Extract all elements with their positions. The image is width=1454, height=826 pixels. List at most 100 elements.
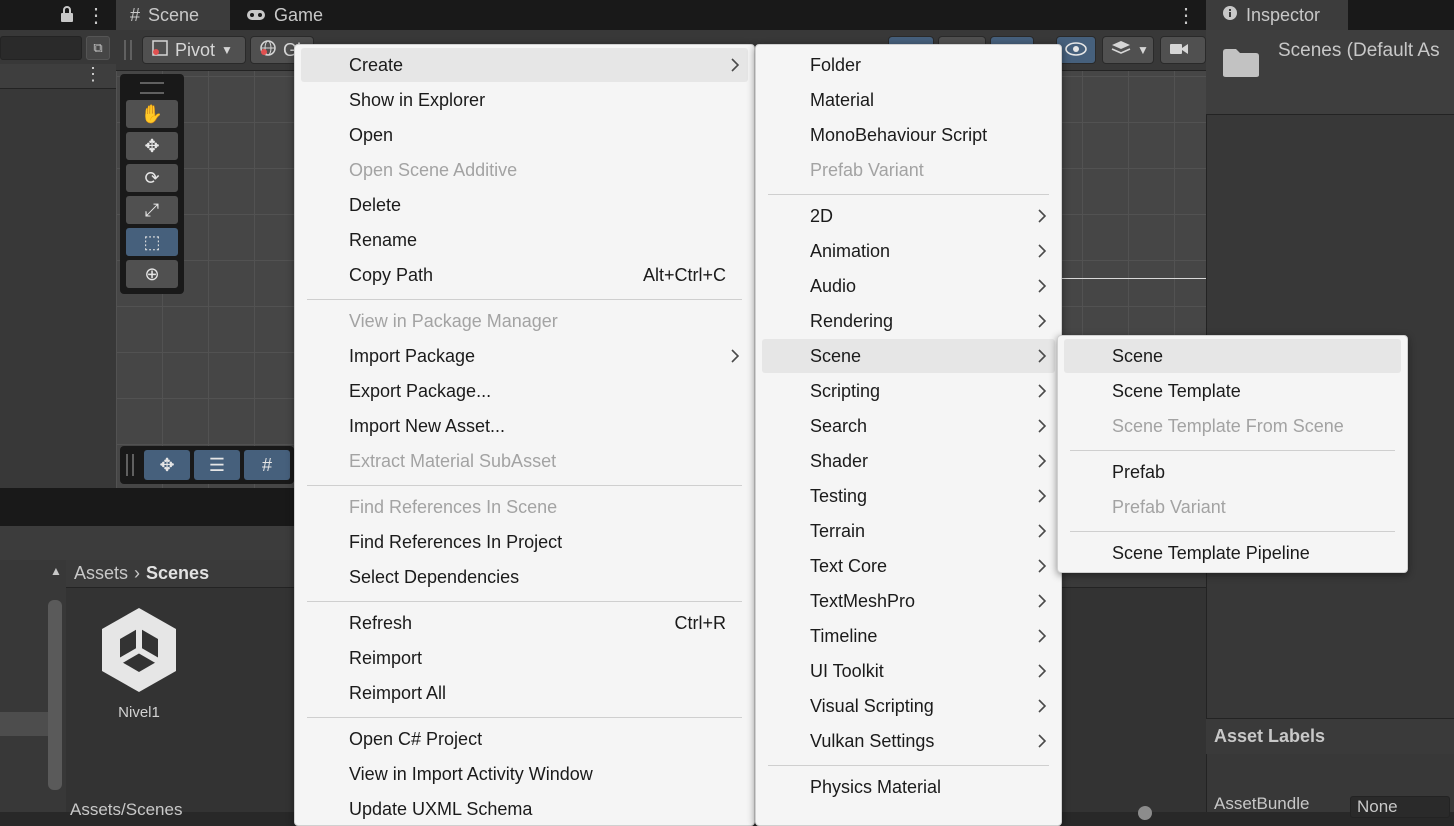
folder-tree-scrollbar[interactable] <box>48 600 62 790</box>
chevron-right-icon <box>1038 454 1047 468</box>
context-menu-item-create[interactable]: Create <box>301 48 748 82</box>
create-menu-item-2d[interactable]: 2D <box>762 199 1055 233</box>
context-menu-item-delete[interactable]: Delete <box>301 188 748 222</box>
chevron-right-icon <box>731 58 740 72</box>
context-menu-item-update-uxml-schema[interactable]: Update UXML Schema <box>301 792 748 825</box>
context-menu-item-import-new-asset[interactable]: Import New Asset... <box>301 409 748 443</box>
scroll-up-icon[interactable]: ▲ <box>50 564 62 578</box>
create-menu-item-animation[interactable]: Animation <box>762 234 1055 268</box>
project-folder-tree: ▲ <box>0 560 66 812</box>
menu-item-shortcut: Alt+Ctrl+C <box>642 264 726 285</box>
create-menu-item-timeline[interactable]: Timeline <box>762 619 1055 653</box>
grid-snap-icon[interactable]: # <box>244 450 290 480</box>
zoom-slider-handle[interactable] <box>1138 806 1152 820</box>
create-menu-item-physics-material[interactable]: Physics Material <box>762 770 1055 804</box>
create-menu-item-monobehaviour-script[interactable]: MonoBehaviour Script <box>762 118 1055 152</box>
menu-item-label: Extract Material SubAsset <box>349 450 557 471</box>
hierarchy-search-input[interactable] <box>0 36 82 60</box>
scene-menu-item-scene-template-from-scene: Scene Template From Scene <box>1064 409 1401 443</box>
scene-menu-item-scene-template[interactable]: Scene Template <box>1064 374 1401 408</box>
toolbar-grip <box>124 40 132 60</box>
chevron-right-icon <box>1038 664 1047 678</box>
scene-menu-item-scene-template-pipeline[interactable]: Scene Template Pipeline <box>1064 536 1401 570</box>
chevron-right-icon <box>1038 384 1047 398</box>
scene-menu-item-scene[interactable]: Scene <box>1064 339 1401 373</box>
context-menu-item-view-in-package-manager: View in Package Manager <box>301 304 748 338</box>
create-menu-item-visual-scripting[interactable]: Visual Scripting <box>762 689 1055 723</box>
tab-scene[interactable]: # Scene <box>116 0 230 30</box>
menu-separator <box>1070 450 1395 451</box>
context-menu-item-view-in-import-activity-window[interactable]: View in Import Activity Window <box>301 757 748 791</box>
move-snap-icon[interactable]: ✥ <box>144 450 190 480</box>
asset-labels-header[interactable]: Asset Labels <box>1206 718 1454 754</box>
create-menu-item-folder[interactable]: Folder <box>762 48 1055 82</box>
context-menu-item-show-in-explorer[interactable]: Show in Explorer <box>301 83 748 117</box>
create-menu-item-rendering[interactable]: Rendering <box>762 304 1055 338</box>
visibility-button[interactable] <box>1056 36 1096 64</box>
tab-game[interactable]: Game <box>232 0 342 30</box>
create-menu-item-audio[interactable]: Audio <box>762 269 1055 303</box>
menu-separator <box>307 717 742 718</box>
context-menu-item-export-package[interactable]: Export Package... <box>301 374 748 408</box>
create-menu-item-textmeshpro[interactable]: TextMeshPro <box>762 584 1055 618</box>
context-menu-item-reimport[interactable]: Reimport <box>301 641 748 675</box>
hand-tool-icon[interactable]: ✋ <box>126 100 178 128</box>
create-menu-item-vulkan-settings[interactable]: Vulkan Settings <box>762 724 1055 758</box>
asset-bundle-dropdown[interactable]: None <box>1350 796 1450 818</box>
create-menu-item-material[interactable]: Material <box>762 83 1055 117</box>
breadcrumb-assets[interactable]: Assets <box>74 563 128 584</box>
context-menu-item-select-dependencies[interactable]: Select Dependencies <box>301 560 748 594</box>
move-tool-icon[interactable]: ✥ <box>126 132 178 160</box>
menu-item-label: Refresh <box>349 612 413 633</box>
context-menu-item-find-references-in-project[interactable]: Find References In Project <box>301 525 748 559</box>
maximize-icon[interactable]: ⧉ <box>86 36 110 60</box>
context-menu-item-open[interactable]: Open <box>301 118 748 152</box>
create-menu-item-shader[interactable]: Shader <box>762 444 1055 478</box>
asset-item[interactable]: Nivel1 <box>96 604 186 724</box>
more-options-icon[interactable]: ⋮ <box>86 3 106 28</box>
create-menu-item-search[interactable]: Search <box>762 409 1055 443</box>
scene-menu-item-prefab[interactable]: Prefab <box>1064 455 1401 489</box>
info-icon <box>1222 5 1238 26</box>
create-menu-item-text-core[interactable]: Text Core <box>762 549 1055 583</box>
context-menu-item-extract-material-subasset: Extract Material SubAsset <box>301 444 748 478</box>
create-menu-item-ui-toolkit[interactable]: UI Toolkit <box>762 654 1055 688</box>
menu-separator <box>307 485 742 486</box>
camera-dropdown[interactable] <box>1160 36 1206 64</box>
context-menu-item-reimport-all[interactable]: Reimport All <box>301 676 748 710</box>
menu-item-label: Select Dependencies <box>349 566 520 587</box>
rect-tool-icon[interactable]: ⬚ <box>126 228 178 256</box>
tab-inspector[interactable]: Inspector <box>1206 0 1348 30</box>
menu-item-label: Folder <box>810 54 862 75</box>
scene-horizon-line <box>1060 278 1206 279</box>
context-menu-item-copy-path[interactable]: Copy Path Alt+Ctrl+C <box>301 258 748 292</box>
hierarchy-more-icon[interactable]: ⋮ <box>84 64 102 85</box>
menu-item-label: Timeline <box>810 625 878 646</box>
menu-item-label: Scene <box>1112 345 1164 366</box>
scene-more-icon[interactable]: ⋮ <box>1176 3 1196 28</box>
menu-item-label: Import Package <box>349 345 476 366</box>
context-menu-item-open-c-project[interactable]: Open C# Project <box>301 722 748 756</box>
menu-item-label: Scripting <box>810 380 881 401</box>
chevron-right-icon: › <box>134 563 141 583</box>
create-menu-item-scripting[interactable]: Scripting <box>762 374 1055 408</box>
lock-icon[interactable] <box>60 5 74 28</box>
menu-item-label: Open C# Project <box>349 728 483 749</box>
context-menu-item-import-package[interactable]: Import Package <box>301 339 748 373</box>
menu-item-label: Show in Explorer <box>349 89 486 110</box>
breadcrumb-scenes[interactable]: Scenes <box>146 563 209 584</box>
rotate-tool-icon[interactable]: ⟳ <box>126 164 178 192</box>
sliders-icon[interactable]: ☰ <box>194 450 240 480</box>
context-menu-item-refresh[interactable]: Refresh Ctrl+R <box>301 606 748 640</box>
chevron-down-icon: ▼ <box>221 43 233 57</box>
create-menu-item-scene[interactable]: Scene <box>762 339 1055 373</box>
layers-dropdown[interactable]: ▼ <box>1102 36 1154 64</box>
create-menu-item-testing[interactable]: Testing <box>762 479 1055 513</box>
transform-tool-icon[interactable]: ⊕ <box>126 260 178 288</box>
context-menu-item-rename[interactable]: Rename <box>301 223 748 257</box>
folder-tree-selected-row[interactable] <box>0 712 48 736</box>
create-menu-item-terrain[interactable]: Terrain <box>762 514 1055 548</box>
menu-item-label: Prefab <box>1112 461 1166 482</box>
pivot-dropdown[interactable]: Pivot ▼ <box>142 36 246 64</box>
scale-tool-icon[interactable]: ⤢ <box>126 196 178 224</box>
